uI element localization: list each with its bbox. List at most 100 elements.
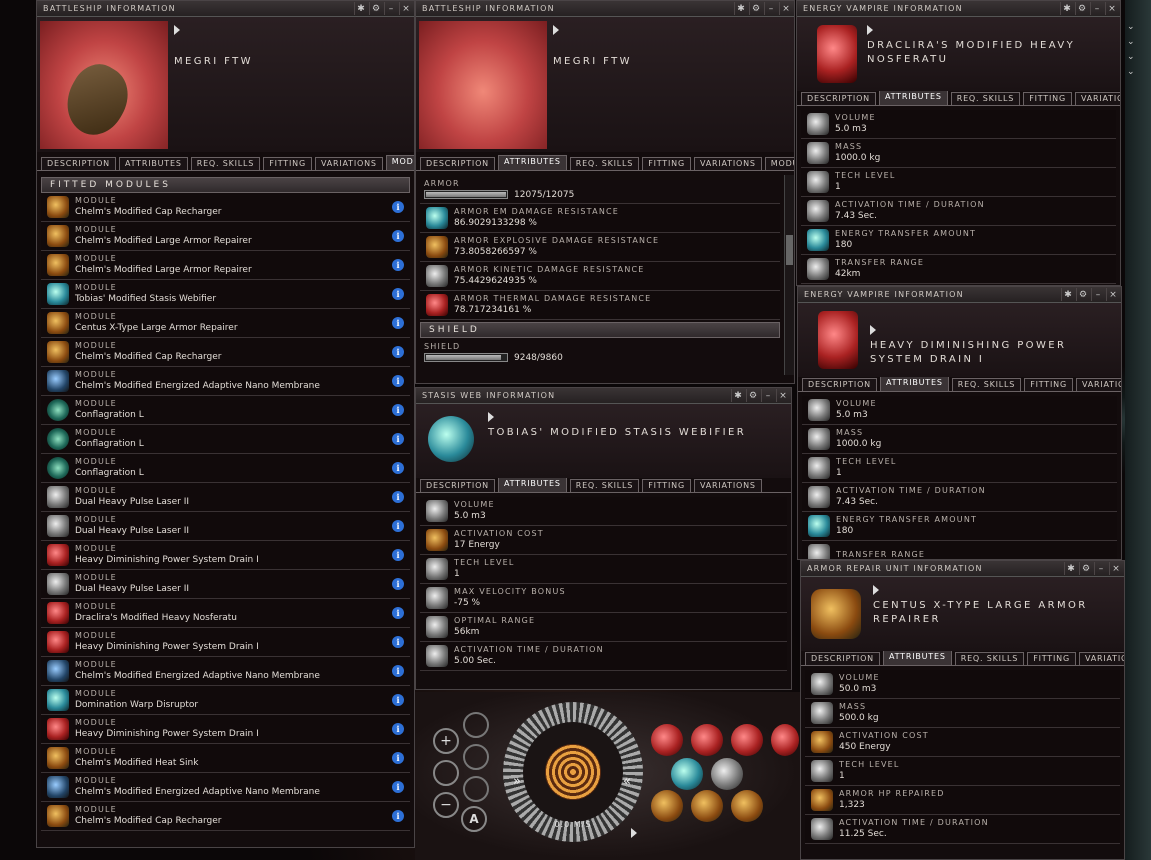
expand-arrow-icon[interactable]: [873, 585, 879, 595]
speed-up-icon[interactable]: «: [623, 774, 631, 789]
minimize-icon[interactable]: –: [384, 2, 397, 15]
module-row[interactable]: MODULE Chelm's Modified Cap Recharger i: [41, 802, 410, 831]
tab-variations[interactable]: VARIATIONS: [1074, 92, 1120, 105]
window-titlebar[interactable]: ENERGY VAMPIRE INFORMATION ✱ ⚙ – ×: [797, 1, 1120, 17]
pin-icon[interactable]: ✱: [354, 2, 367, 15]
high-slot-module-icon[interactable]: [771, 724, 799, 756]
info-icon[interactable]: i: [392, 346, 404, 358]
module-row[interactable]: MODULE Dual Heavy Pulse Laser II i: [41, 483, 410, 512]
info-icon[interactable]: i: [392, 462, 404, 474]
module-row[interactable]: MODULE Chelm's Modified Large Armor Repai…: [41, 222, 410, 251]
pin-icon[interactable]: ✱: [734, 2, 747, 15]
info-icon[interactable]: i: [392, 578, 404, 590]
expand-slots-icon[interactable]: [631, 828, 637, 838]
tab-fitting[interactable]: FITTING: [1024, 378, 1073, 391]
tab-description[interactable]: DESCRIPTION: [420, 479, 495, 492]
info-icon[interactable]: i: [392, 723, 404, 735]
close-icon[interactable]: ×: [779, 2, 792, 15]
tab-variations[interactable]: VARIATIONS: [1075, 378, 1121, 391]
info-icon[interactable]: i: [392, 491, 404, 503]
info-icon[interactable]: i: [392, 317, 404, 329]
tab-fitting[interactable]: FITTING: [1027, 652, 1076, 665]
tab-attributes[interactable]: ATTRIBUTES: [497, 477, 567, 492]
tab-description[interactable]: DESCRIPTION: [801, 92, 876, 105]
tab-fitting[interactable]: FITTING: [642, 157, 691, 170]
module-row[interactable]: MODULE Chelm's Modified Cap Recharger i: [41, 338, 410, 367]
zoom-in-icon[interactable]: +: [433, 728, 459, 754]
module-row[interactable]: MODULE Chelm's Modified Energized Adaptiv…: [41, 367, 410, 396]
close-icon[interactable]: ×: [776, 389, 789, 402]
high-slot-module-icon[interactable]: [651, 724, 683, 756]
tab-fitting[interactable]: FITTING: [1023, 92, 1072, 105]
scrollbar[interactable]: [784, 175, 794, 375]
module-row[interactable]: MODULE Domination Warp Disruptor i: [41, 686, 410, 715]
info-icon[interactable]: i: [392, 752, 404, 764]
module-row[interactable]: MODULE Dual Heavy Pulse Laser II i: [41, 570, 410, 599]
info-icon[interactable]: i: [392, 694, 404, 706]
module-row[interactable]: MODULE Draclira's Modified Heavy Nosferat…: [41, 599, 410, 628]
info-icon[interactable]: i: [392, 375, 404, 387]
expand-arrow-icon[interactable]: [870, 325, 876, 335]
pin-icon[interactable]: ✱: [1064, 562, 1077, 575]
window-titlebar[interactable]: BATTLESHIP INFORMATION ✱ ⚙ – ×: [37, 1, 414, 17]
ship-icon[interactable]: [433, 760, 459, 786]
info-icon[interactable]: i: [392, 665, 404, 677]
minimize-icon[interactable]: –: [1091, 288, 1104, 301]
radar-icon[interactable]: [463, 744, 489, 770]
settings-icon[interactable]: ⚙: [746, 389, 759, 402]
close-icon[interactable]: ×: [399, 2, 412, 15]
minimize-icon[interactable]: –: [761, 389, 774, 402]
minimize-icon[interactable]: –: [1094, 562, 1107, 575]
module-row[interactable]: MODULE Centus X-Type Large Armor Repairer…: [41, 309, 410, 338]
tab-attributes[interactable]: ATTRIBUTES: [882, 650, 952, 665]
expand-arrow-icon[interactable]: [867, 25, 873, 35]
close-icon[interactable]: ×: [1109, 562, 1122, 575]
module-row[interactable]: MODULE Heavy Diminishing Power System Dra…: [41, 715, 410, 744]
tab-req-skills[interactable]: REQ. SKILLS: [569, 479, 640, 492]
info-icon[interactable]: i: [392, 549, 404, 561]
info-icon[interactable]: i: [392, 607, 404, 619]
pin-icon[interactable]: ✱: [1061, 288, 1074, 301]
info-icon[interactable]: i: [392, 259, 404, 271]
settings-icon[interactable]: ⚙: [1076, 288, 1089, 301]
tab-attributes[interactable]: ATTRIBUTES: [118, 157, 188, 170]
expand-arrow-icon[interactable]: [488, 412, 494, 422]
tab-description[interactable]: DESCRIPTION: [805, 652, 880, 665]
module-row[interactable]: MODULE Chelm's Modified Large Armor Repai…: [41, 251, 410, 280]
tab-description[interactable]: DESCRIPTION: [41, 157, 116, 170]
expand-arrow-icon[interactable]: [174, 25, 180, 35]
tab-description[interactable]: DESCRIPTION: [420, 157, 495, 170]
module-row[interactable]: MODULE Chelm's Modified Cap Recharger i: [41, 193, 410, 222]
module-row[interactable]: MODULE Chelm's Modified Energized Adaptiv…: [41, 773, 410, 802]
module-row[interactable]: MODULE Conflagration L i: [41, 454, 410, 483]
pin-icon[interactable]: ✱: [731, 389, 744, 402]
tab-modules[interactable]: MODULES: [764, 157, 794, 170]
info-icon[interactable]: i: [392, 201, 404, 213]
info-icon[interactable]: i: [392, 288, 404, 300]
overview-expand-icon[interactable]: ⌄ ⌄ ⌄ ⌄: [1127, 20, 1137, 80]
window-titlebar[interactable]: ENERGY VAMPIRE INFORMATION ✱ ⚙ – ×: [798, 287, 1121, 303]
tab-fitting[interactable]: FITTING: [642, 479, 691, 492]
info-icon[interactable]: i: [392, 433, 404, 445]
high-slot-module-icon[interactable]: [731, 724, 763, 756]
settings-icon[interactable]: ⚙: [1075, 2, 1088, 15]
tab-modules[interactable]: MODULES: [385, 155, 414, 170]
window-titlebar[interactable]: ARMOR REPAIR UNIT INFORMATION ✱ ⚙ – ×: [801, 561, 1124, 577]
window-titlebar[interactable]: STASIS WEB INFORMATION ✱ ⚙ – ×: [416, 388, 791, 404]
module-row[interactable]: MODULE Chelm's Modified Energized Adaptiv…: [41, 657, 410, 686]
module-row[interactable]: MODULE Chelm's Modified Heat Sink i: [41, 744, 410, 773]
tab-attributes[interactable]: ATTRIBUTES: [497, 155, 567, 170]
info-icon[interactable]: i: [392, 520, 404, 532]
low-slot-module-icon[interactable]: [691, 790, 723, 822]
tab-req-skills[interactable]: REQ. SKILLS: [950, 92, 1021, 105]
tab-req-skills[interactable]: REQ. SKILLS: [951, 378, 1022, 391]
low-slot-module-icon[interactable]: [651, 790, 683, 822]
module-row[interactable]: MODULE Dual Heavy Pulse Laser II i: [41, 512, 410, 541]
camera-icon[interactable]: [463, 712, 489, 738]
window-titlebar[interactable]: BATTLESHIP INFORMATION ✱ ⚙ – ×: [416, 1, 794, 17]
tab-attributes[interactable]: ATTRIBUTES: [878, 90, 948, 105]
pin-icon[interactable]: ✱: [1060, 2, 1073, 15]
minimize-icon[interactable]: –: [764, 2, 777, 15]
low-slot-module-icon[interactable]: [731, 790, 763, 822]
info-icon[interactable]: i: [392, 636, 404, 648]
